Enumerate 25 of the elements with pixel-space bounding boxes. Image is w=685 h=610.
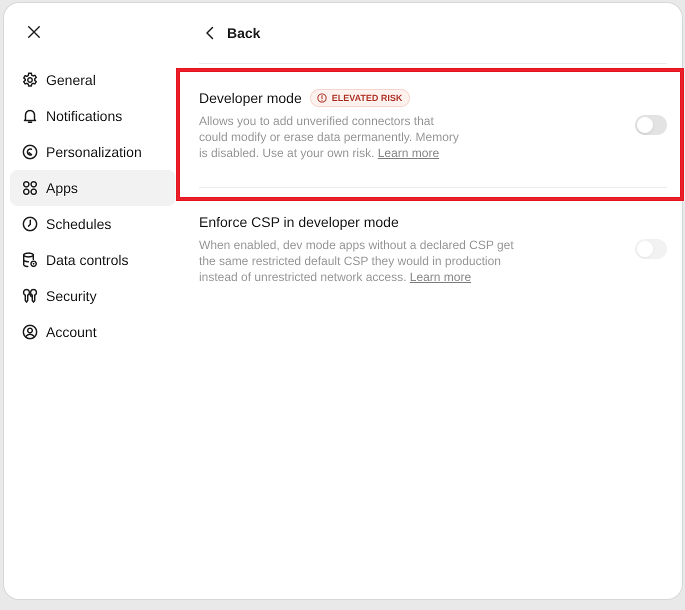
sidebar-item[interactable]: Notifications xyxy=(10,98,176,134)
four-circles-icon xyxy=(22,180,38,196)
sidebar-item[interactable]: Schedules xyxy=(10,206,176,242)
clock-icon xyxy=(22,216,38,232)
sidebar-item[interactable]: General xyxy=(10,62,176,98)
badge-text: ELEVATED RISK xyxy=(332,93,402,103)
sidebar-item[interactable]: Personalization xyxy=(10,134,176,170)
setting-title: Developer mode xyxy=(199,89,302,107)
gear-icon xyxy=(22,72,38,88)
setting-title: Enforce CSP in developer mode xyxy=(199,213,399,231)
setting-description: When enabled, dev mode apps without a declared CSP get the same restricted default CSP they would in production instead of unrestricted network access. Learn more xyxy=(199,237,515,285)
sidebar-item[interactable]: Apps xyxy=(10,170,176,206)
setting-description: Allows you to add unverified connectors that could modify or erase data permanently. Memory is disabled. Use at your own risk. Learn more xyxy=(199,113,460,161)
sidebar-item[interactable]: Data controls xyxy=(10,242,176,278)
keys-icon xyxy=(22,288,38,304)
back-button[interactable]: Back xyxy=(198,21,266,45)
toggle-switch[interactable] xyxy=(635,115,667,135)
close-icon xyxy=(27,25,41,39)
circle-swirl-icon xyxy=(22,144,38,160)
user-circle-icon xyxy=(22,324,38,340)
alert-circle-icon xyxy=(316,93,327,103)
database-gear-icon xyxy=(22,252,38,268)
sidebar-item[interactable]: Account xyxy=(10,314,176,350)
bell-icon xyxy=(22,108,38,124)
sidebar-item[interactable]: Security xyxy=(10,278,176,314)
